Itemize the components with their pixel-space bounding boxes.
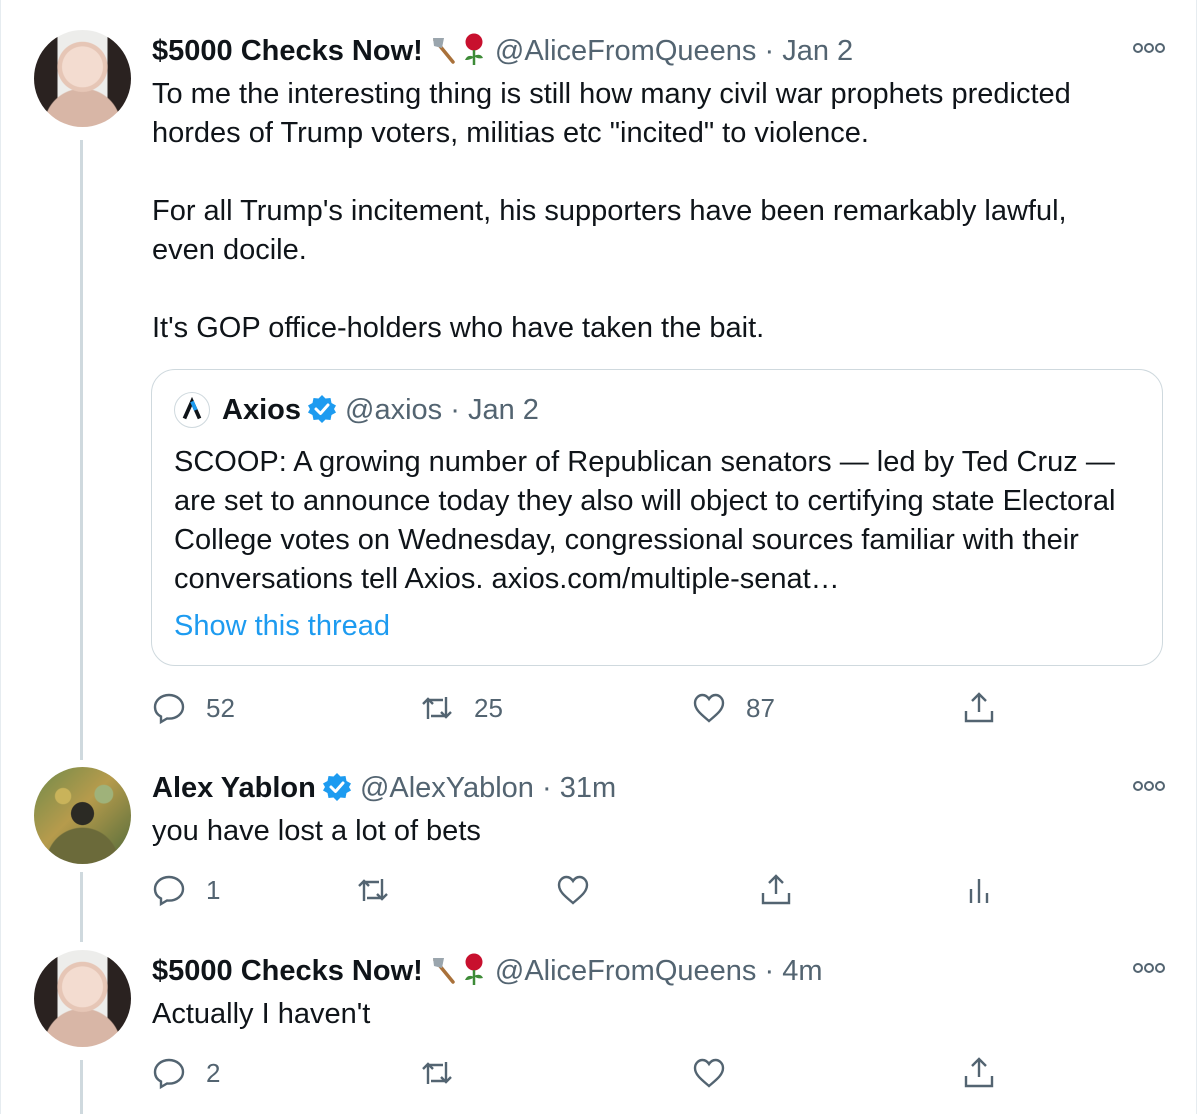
frame-right-border [1196, 0, 1197, 1114]
analytics-button[interactable] [962, 870, 996, 910]
verified-badge-icon [307, 394, 337, 424]
tweet-actions: 2 [152, 1053, 1012, 1093]
reply-button[interactable]: 2 [152, 1053, 220, 1093]
axe-emoji-icon [429, 956, 459, 984]
avatar[interactable] [34, 30, 131, 127]
reply-button[interactable]: 1 [152, 870, 220, 910]
separator-dot: · [450, 394, 460, 426]
tweet-header: $5000 Checks Now! @AliceFromQueens · 4m [152, 952, 823, 989]
share-icon [964, 1057, 994, 1088]
rose-emoji-icon [461, 32, 487, 66]
tweet-text: To me the interesting thing is still how… [152, 78, 1071, 344]
tweet-time[interactable]: Jan 2 [782, 35, 853, 67]
thread-line [80, 140, 83, 760]
retweet-button[interactable] [356, 870, 390, 910]
verified-badge-icon [322, 772, 352, 802]
tweet-header: $5000 Checks Now! @AliceFromQueens · Jan… [152, 32, 853, 69]
share-icon [964, 692, 994, 723]
separator-dot: · [764, 955, 775, 987]
reply-count: 2 [206, 1057, 221, 1088]
share-icon [761, 874, 791, 905]
retweet-icon [422, 697, 452, 719]
reply-count: 1 [206, 874, 221, 905]
author-name[interactable]: $5000 Checks Now! [152, 955, 423, 987]
more-icon[interactable] [1132, 780, 1166, 792]
reply-icon [153, 693, 185, 725]
tweet-actions: 1 [152, 870, 1012, 910]
retweet-button[interactable]: 25 [420, 688, 503, 728]
tweet-time[interactable]: 31m [560, 772, 616, 804]
more-icon[interactable] [1132, 42, 1166, 54]
quote-author-handle: @axios [345, 394, 443, 426]
tweet-actions: 52 25 87 [152, 688, 1012, 728]
tweet-time[interactable]: 4m [782, 955, 822, 987]
tweet-text: Actually I haven't [152, 998, 371, 1030]
author-handle[interactable]: @AlexYablon [360, 772, 534, 804]
author-name[interactable]: Alex Yablon [152, 772, 316, 804]
like-button[interactable] [556, 870, 590, 910]
retweet-icon [422, 1062, 452, 1084]
like-count: 87 [746, 692, 775, 723]
thread-line [80, 872, 83, 942]
reply-icon [153, 1058, 185, 1090]
quote-author-name: Axios [222, 394, 301, 426]
share-button[interactable] [962, 688, 996, 728]
rose-emoji-icon [461, 952, 487, 986]
quote-header: Axios @axios · Jan 2 [174, 392, 539, 428]
author-handle[interactable]: @AliceFromQueens [495, 35, 757, 67]
show-thread-link[interactable]: Show this thread [174, 610, 390, 643]
like-icon [693, 693, 725, 723]
like-icon [693, 1058, 725, 1088]
separator-dot: · [542, 772, 552, 804]
author-handle[interactable]: @AliceFromQueens [495, 955, 757, 987]
reply-icon [153, 875, 185, 907]
quote-text: SCOOP: A growing number of Republican se… [174, 446, 1116, 595]
axe-emoji-icon [429, 36, 459, 64]
like-button[interactable]: 87 [692, 688, 775, 728]
separator-dot: · [764, 35, 775, 67]
retweet-icon [358, 879, 388, 901]
avatar[interactable] [34, 950, 131, 1047]
frame-left-border [0, 0, 1, 1114]
axios-logo-icon [174, 392, 210, 428]
reply-button[interactable]: 52 [152, 688, 235, 728]
author-name[interactable]: $5000 Checks Now! [152, 35, 423, 67]
retweet-count: 25 [474, 692, 503, 723]
like-icon [557, 875, 589, 905]
tweet-header: Alex Yablon @AlexYablon · 31m [152, 770, 616, 806]
more-icon[interactable] [1132, 962, 1166, 974]
reply-count: 52 [206, 692, 235, 723]
avatar[interactable] [34, 767, 131, 864]
thread-line [80, 1060, 83, 1114]
like-button[interactable] [692, 1053, 726, 1093]
tweet-text: you have lost a lot of bets [152, 815, 481, 847]
retweet-button[interactable] [420, 1053, 454, 1093]
share-button[interactable] [962, 1053, 996, 1093]
share-button[interactable] [759, 870, 793, 910]
analytics-icon [969, 879, 989, 903]
quote-time: Jan 2 [467, 394, 539, 426]
quoted-tweet[interactable]: Axios @axios · Jan 2 SCOOP: A growing nu… [151, 369, 1163, 666]
